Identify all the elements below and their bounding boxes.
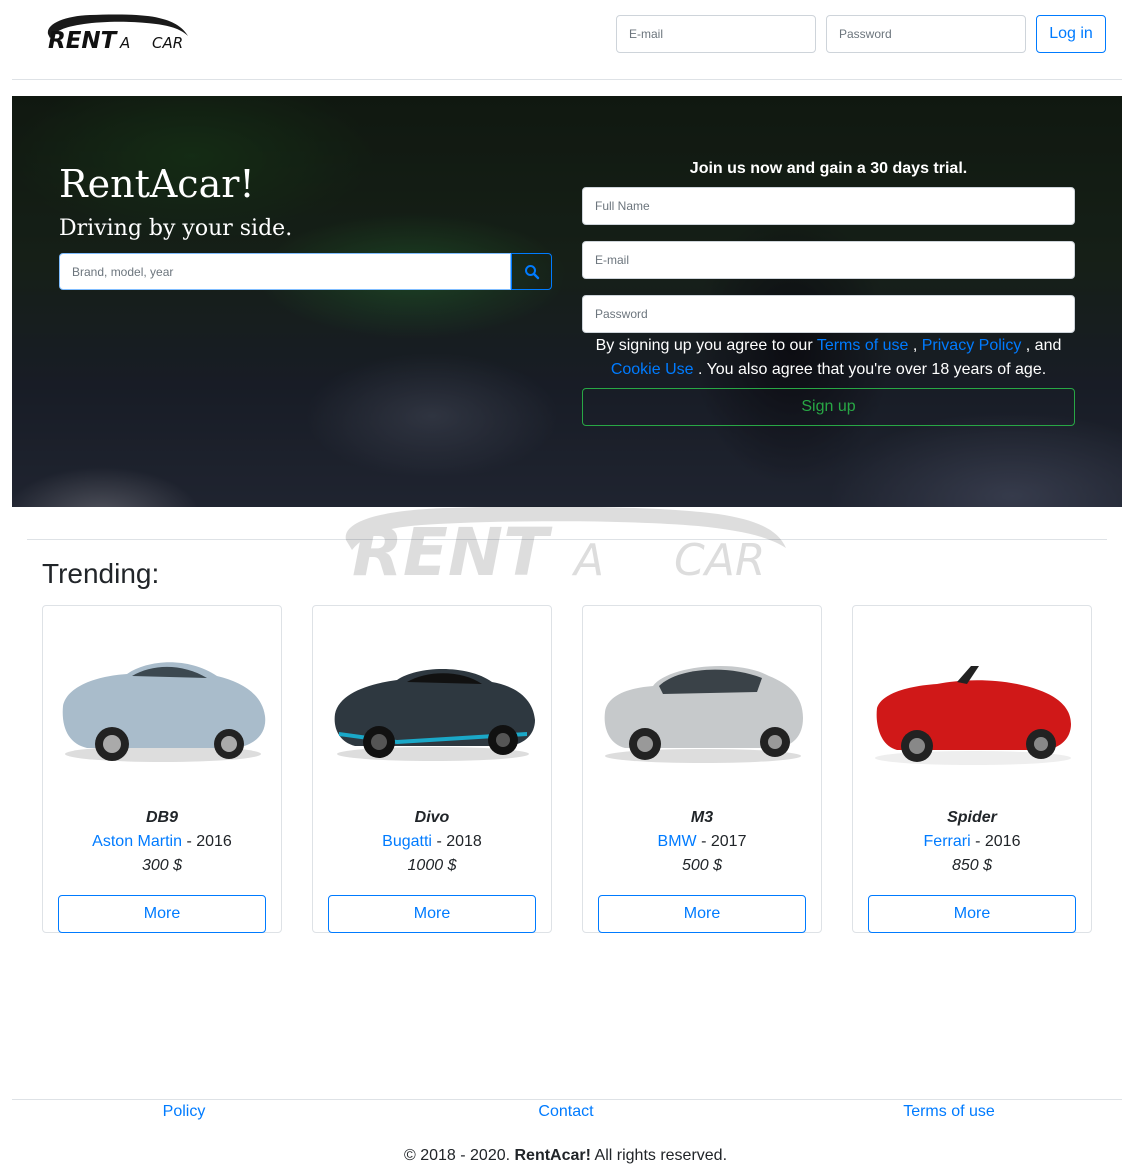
- car-year: - 2016: [186, 833, 232, 850]
- svg-text:A: A: [571, 535, 604, 585]
- footer-terms-link[interactable]: Terms of use: [849, 1103, 1049, 1121]
- rentacar-logo[interactable]: RENT A CAR: [44, 10, 194, 54]
- rentacar-watermark-logo: RENT A CAR: [338, 500, 788, 591]
- car-card: Divo Bugatti - 2018 1000 $ More: [312, 605, 552, 933]
- footer-policy-link[interactable]: Policy: [84, 1103, 284, 1121]
- terms-separator: ,: [908, 337, 922, 354]
- car-year: - 2016: [975, 833, 1021, 850]
- car-brand-link[interactable]: Aston Martin: [92, 833, 182, 850]
- search-icon: [524, 264, 539, 279]
- top-navbar: RENT A CAR Log in: [12, 0, 1122, 80]
- signup-fullname-input[interactable]: [582, 187, 1075, 225]
- more-button[interactable]: More: [328, 895, 536, 933]
- copyright-brand: RentAcar!: [514, 1147, 591, 1164]
- more-button[interactable]: More: [868, 895, 1076, 933]
- copyright-prefix: © 2018 - 2020.: [403, 1147, 515, 1164]
- trending-title: Trending:: [42, 558, 160, 589]
- svg-text:A: A: [119, 34, 130, 52]
- cookie-use-link[interactable]: Cookie Use: [611, 361, 694, 378]
- login-email-input[interactable]: [616, 15, 816, 53]
- car-model: M3: [690, 809, 714, 826]
- svg-text:CAR: CAR: [674, 535, 765, 585]
- car-card: M3 BMW - 2017 500 $ More: [582, 605, 822, 933]
- terms-separator: , and: [1021, 337, 1062, 354]
- footer-contact-link[interactable]: Contact: [466, 1103, 666, 1121]
- car-price: 1000 $: [407, 857, 457, 874]
- car-model: DB9: [145, 809, 178, 826]
- car-brand-year: Bugatti - 2018: [313, 833, 551, 851]
- signup-button[interactable]: Sign up: [582, 388, 1075, 426]
- search-button[interactable]: [511, 253, 552, 290]
- car-image[interactable]: [597, 636, 809, 796]
- car-brand-link[interactable]: Bugatti: [382, 833, 432, 850]
- car-year: - 2017: [701, 833, 747, 850]
- login-password-input[interactable]: [826, 15, 1026, 53]
- copyright-text: © 2018 - 2020. RentAcar! All rights rese…: [0, 1147, 1131, 1165]
- terms-suffix: . You also agree that you're over 18 yea…: [693, 361, 1047, 378]
- more-button[interactable]: More: [598, 895, 806, 933]
- terms-of-use-link[interactable]: Terms of use: [817, 337, 909, 354]
- signup-password-input[interactable]: [582, 295, 1075, 333]
- car-model: Divo: [414, 809, 450, 826]
- car-price: 850 $: [951, 857, 993, 874]
- privacy-policy-link[interactable]: Privacy Policy: [922, 337, 1022, 354]
- signup-terms-text: By signing up you agree to our Terms of …: [582, 334, 1075, 382]
- hero-title: RentAcar!: [59, 162, 255, 206]
- svg-text:RENT: RENT: [48, 28, 119, 54]
- car-model: Spider: [947, 809, 997, 826]
- car-year: - 2018: [436, 833, 482, 850]
- hero-banner: RentAcar! Driving by your side. Join us …: [12, 96, 1122, 507]
- join-trial-text: Join us now and gain a 30 days trial.: [689, 160, 968, 177]
- car-brand-link[interactable]: BMW: [658, 833, 697, 850]
- more-button[interactable]: More: [58, 895, 266, 933]
- signup-email-input[interactable]: [582, 241, 1075, 279]
- car-brand-year: Ferrari - 2016: [853, 833, 1091, 851]
- svg-text:RENT: RENT: [352, 514, 553, 585]
- copyright-suffix: All rights reserved.: [590, 1147, 728, 1164]
- car-card: Spider Ferrari - 2016 850 $ More: [852, 605, 1092, 933]
- hero-subtitle: Driving by your side.: [59, 216, 293, 241]
- car-brand-year: BMW - 2017: [583, 833, 821, 851]
- login-button[interactable]: Log in: [1036, 15, 1106, 53]
- car-price: 300 $: [141, 857, 183, 874]
- svg-text:CAR: CAR: [152, 34, 183, 52]
- car-image[interactable]: [327, 636, 539, 796]
- car-card: DB9 Aston Martin - 2016 300 $ More: [42, 605, 282, 933]
- terms-prefix: By signing up you agree to our: [595, 337, 817, 354]
- footer-divider: [12, 1099, 1122, 1100]
- car-image[interactable]: [867, 636, 1079, 796]
- car-brand-link[interactable]: Ferrari: [924, 833, 971, 850]
- car-brand-year: Aston Martin - 2016: [43, 833, 281, 851]
- car-price: 500 $: [681, 857, 723, 874]
- car-image[interactable]: [57, 636, 269, 796]
- car-search-input[interactable]: [59, 253, 511, 290]
